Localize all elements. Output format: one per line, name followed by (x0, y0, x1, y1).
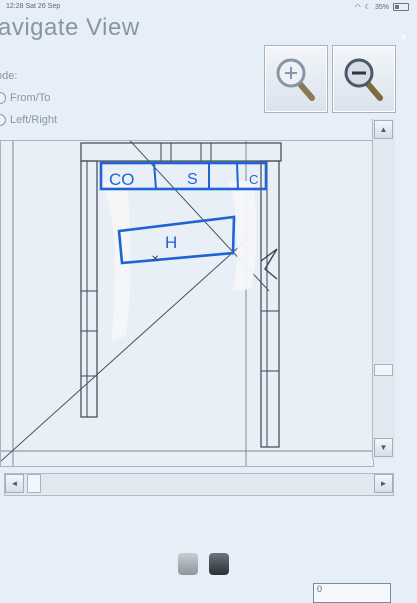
radio-button-icon[interactable] (0, 92, 6, 104)
wifi-icon: ◠ (354, 4, 361, 11)
scroll-down-button[interactable]: ▼ (374, 438, 393, 457)
value-field[interactable]: 0 (313, 583, 391, 603)
battery-percent: 35% (374, 3, 389, 11)
zoom-in-icon (276, 58, 315, 101)
mode-label: ode: (0, 70, 18, 82)
zoom-out-icon (344, 58, 383, 101)
center-marker-icon: ✕ (151, 254, 159, 265)
annotation-box-label: H (165, 233, 177, 252)
radio-from-to[interactable]: From/To (0, 92, 50, 104)
radio-label-from-to: From/To (10, 92, 51, 104)
scroll-left-button[interactable]: ◄ (5, 474, 24, 493)
annotation-label-co: CO (109, 170, 135, 189)
horizontal-scrollbar[interactable]: ◄ ► (4, 473, 394, 496)
status-date: Sat 26 Sep (25, 3, 61, 10)
horizontal-scroll-thumb[interactable] (27, 474, 41, 493)
floor-plan-drawing: CO S C H ✕ (1, 141, 373, 466)
window-title: avigate View (0, 14, 140, 41)
vertical-scroll-thumb[interactable] (374, 364, 393, 376)
scroll-right-button[interactable]: ► (374, 474, 393, 493)
annotation-label-s: S (187, 171, 198, 188)
close-icon[interactable]: × (400, 30, 407, 44)
status-bar: 12:28 Sat 26 Sep ◠ ☾ 35% (0, 0, 417, 14)
zoom-out-button[interactable] (332, 45, 396, 113)
zoom-in-button[interactable] (264, 45, 328, 113)
radio-label-left-right: Left/Right (10, 114, 58, 126)
dock-app-icon[interactable] (178, 553, 198, 575)
drawing-viewport[interactable]: CO S C H ✕ (0, 140, 374, 467)
status-time: 12:28 (6, 3, 24, 10)
vertical-scrollbar[interactable]: ▲ ▼ (372, 119, 395, 459)
radio-button-icon[interactable] (0, 114, 6, 126)
dock-app-icon-active[interactable] (209, 553, 229, 575)
battery-icon (393, 3, 409, 11)
scroll-up-button[interactable]: ▲ (374, 120, 393, 139)
moon-icon: ☾ (364, 4, 371, 11)
annotation-label-c: C (249, 172, 258, 187)
radio-left-right[interactable]: Left/Right (0, 114, 57, 126)
